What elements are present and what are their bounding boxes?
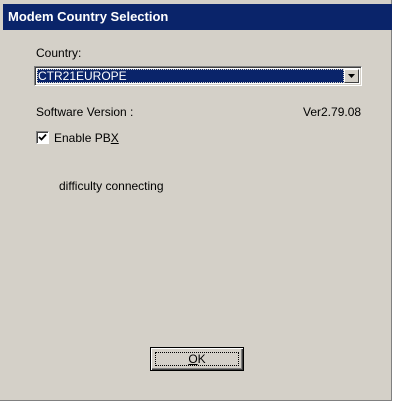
country-selected-value: CTR21EUROPE (37, 69, 344, 83)
enable-pbx-label[interactable]: Enable PBX (54, 131, 119, 145)
software-version-value: Ver2.79.08 (303, 105, 362, 119)
dialog-window: Modem Country Selection Country: CTR21EU… (0, 0, 392, 401)
title-bar[interactable]: Modem Country Selection (3, 4, 392, 30)
ok-button-accelerator: O (188, 352, 198, 366)
country-label: Country: (36, 46, 82, 60)
ok-button-label: K (197, 352, 206, 366)
chevron-down-icon (348, 74, 355, 78)
dropdown-button[interactable] (344, 69, 359, 83)
country-select[interactable]: CTR21EUROPE (34, 66, 362, 86)
status-message: difficulty connecting (59, 179, 164, 193)
checkmark-icon (38, 133, 47, 141)
ok-button[interactable]: OK (150, 347, 244, 371)
enable-pbx-label-text: Enable PB (54, 131, 111, 145)
enable-pbx-checkbox[interactable] (36, 131, 49, 144)
enable-pbx-accelerator: X (110, 131, 119, 145)
window-title: Modem Country Selection (8, 9, 169, 24)
software-version-label: Software Version : (36, 105, 134, 119)
